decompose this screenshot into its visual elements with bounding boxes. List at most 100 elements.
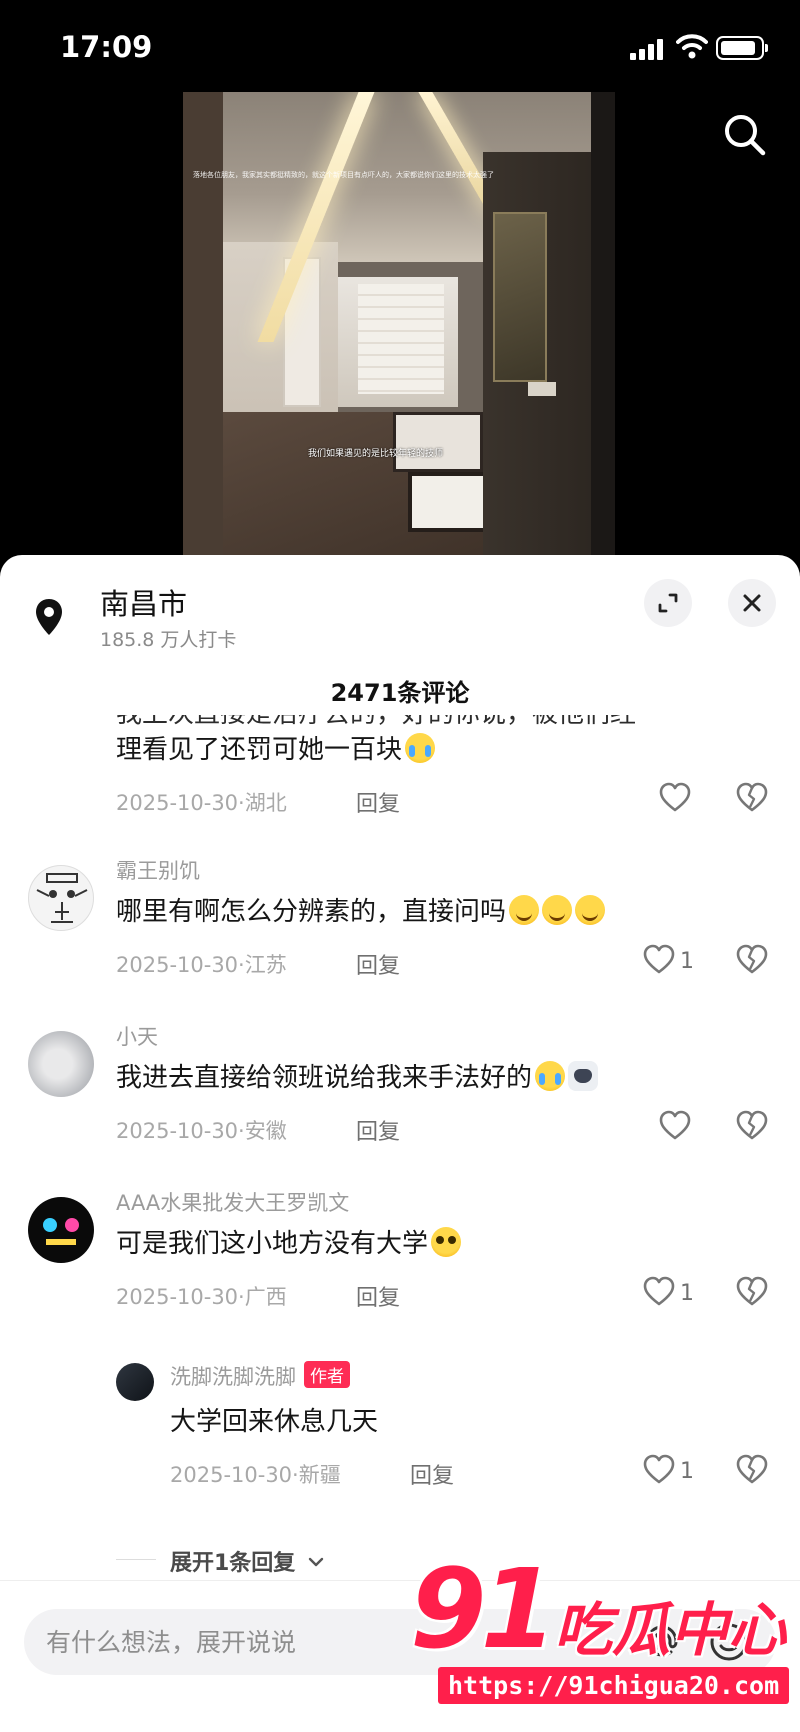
expand-divider [116, 1559, 156, 1560]
reply-username[interactable]: 洗脚洗脚洗脚 [170, 1365, 296, 1389]
video-caption: 我们如果遇见的是比较年轻的技师 [308, 449, 444, 459]
close-button[interactable] [728, 579, 776, 627]
comment-text-body: 我进去直接给领班说给我来手法好的 [116, 1063, 533, 1093]
crying-emoji-icon [405, 733, 436, 763]
video-wall-art [493, 212, 547, 382]
expand-replies-text: 展开1条回复 [170, 1551, 296, 1575]
comment-text-partial: 我上次直接是治疗去的，好的你说，被他们经 [116, 715, 636, 730]
watermark-url: https://91chigua20.com [438, 1667, 790, 1704]
meta-separator: · [238, 953, 245, 977]
video-bed [393, 412, 483, 472]
avatar[interactable] [116, 1363, 154, 1401]
comment-username[interactable]: 小天 [116, 1021, 158, 1051]
broken-heart-icon [736, 1454, 768, 1484]
comment-region: 湖北 [244, 791, 287, 815]
reply-button[interactable]: 回复 [356, 786, 400, 818]
comment-meta: 2025-10-30·安徽 [116, 1115, 287, 1145]
heart-icon [659, 1110, 691, 1140]
expand-replies-label: 展开1条回复 [170, 1545, 325, 1575]
like-button[interactable]: 1 [642, 1275, 722, 1315]
like-button[interactable]: 1 [642, 943, 722, 983]
expand-icon [658, 593, 678, 613]
avatar[interactable] [28, 865, 94, 931]
dislike-button[interactable] [735, 781, 769, 815]
comment-date: 2025-10-30 [116, 791, 239, 815]
comment-text: 我进去直接给领班说给我来手法好的 [116, 1057, 599, 1094]
video-caption-top: 落地各位朋友，我家其实都挺精致的，就这个新项目有点吓人的，大家都说你们这里的技术… [193, 171, 494, 179]
avatar-face-icon [43, 1218, 79, 1245]
status-time: 17:09 [60, 30, 153, 64]
status-bar: 17:09 [0, 0, 800, 96]
comment-username[interactable]: 霸王别饥 [116, 855, 200, 885]
comment-text-body: 哪里有啊怎么分辨素的，直接问吗 [116, 897, 507, 927]
like-button[interactable] [658, 1109, 738, 1149]
like-count: 1 [680, 1459, 694, 1484]
broken-heart-icon [736, 782, 768, 812]
battery-level [721, 41, 756, 55]
avatar[interactable] [28, 1031, 94, 1097]
heart-icon [643, 1276, 675, 1306]
comment-count: 2471条评论 [330, 679, 470, 707]
cat-sticker-icon [568, 1061, 599, 1091]
crying-emoji-icon [535, 1061, 566, 1091]
comment-date: 2025-10-30 [116, 1285, 239, 1309]
comment-date: 2025-10-30 [170, 1463, 293, 1487]
dislike-button[interactable] [735, 1275, 769, 1309]
video-light-switch [528, 382, 556, 396]
video-left-wall [183, 92, 223, 562]
avatar-drawing-icon [36, 873, 88, 923]
comment-text: 可是我们这小地方没有大学 [116, 1223, 462, 1260]
comment-region: 江苏 [244, 953, 287, 977]
meta-separator: · [238, 791, 245, 815]
comment-region: 新疆 [298, 1463, 341, 1487]
video-window-blind [358, 284, 444, 394]
comment-meta: 2025-10-30·湖北 [116, 787, 287, 817]
grinning-emoji-icon [542, 895, 573, 925]
broken-heart-icon [736, 1276, 768, 1306]
like-count: 1 [680, 949, 694, 974]
reply-button[interactable]: 回复 [356, 1280, 400, 1312]
grinning-emoji-icon [509, 895, 540, 925]
author-badge: 作者 [304, 1361, 350, 1388]
location-checkins: 185.8 万人打卡 [100, 629, 237, 651]
meta-separator: · [238, 1285, 245, 1309]
pleading-emoji-icon [431, 1227, 462, 1257]
watermark-text: 吃瓜中心 [554, 1596, 787, 1664]
site-watermark: 91 吃瓜中心 https://91chigua20.com [402, 1545, 800, 1732]
avatar[interactable] [28, 1197, 94, 1263]
like-count: 1 [680, 1281, 694, 1306]
comment-text: 哪里有啊怎么分辨素的，直接问吗 [116, 891, 606, 928]
reply-button[interactable]: 回复 [410, 1458, 454, 1490]
comment-list[interactable]: 我上次直接是治疗去的，好的你说，被他们经 理看见了还罚可她一百块 2025-10… [0, 715, 800, 1575]
comment-meta: 2025-10-30·广西 [116, 1281, 287, 1311]
cellular-signal-icon [630, 38, 664, 60]
reply-button[interactable]: 回复 [356, 1114, 400, 1146]
comment-date: 2025-10-30 [116, 953, 239, 977]
dislike-button[interactable] [735, 1109, 769, 1143]
heart-icon [659, 782, 691, 812]
dislike-button[interactable] [735, 1453, 769, 1487]
comment-region: 安徽 [244, 1119, 287, 1143]
dislike-button[interactable] [735, 943, 769, 977]
broken-heart-icon [736, 1110, 768, 1140]
comment-text-body: 理看见了还罚可她一百块 [116, 735, 403, 765]
location-name[interactable]: 南昌市 [100, 581, 187, 623]
comment-date: 2025-10-30 [116, 1119, 239, 1143]
reply-button[interactable]: 回复 [356, 948, 400, 980]
video-player[interactable]: 落地各位朋友，我家其实都挺精致的，就这个新项目有点吓人的，大家都说你们这里的技术… [183, 92, 615, 562]
heart-icon [643, 1454, 675, 1484]
expand-button[interactable] [644, 579, 692, 627]
comment-meta: 2025-10-30·新疆 [170, 1459, 341, 1489]
search-icon[interactable] [720, 110, 770, 160]
like-button[interactable] [658, 781, 738, 821]
like-button[interactable]: 1 [642, 1453, 722, 1493]
broken-heart-icon [736, 944, 768, 974]
battery-icon [716, 36, 768, 60]
comment-region: 广西 [244, 1285, 287, 1309]
wifi-icon [676, 34, 708, 59]
meta-separator: · [238, 1119, 245, 1143]
chevron-down-icon [308, 1557, 324, 1567]
comment-text: 大学回来休息几天 [170, 1407, 379, 1437]
comment-username[interactable]: AAA水果批发大王罗凯文 [116, 1187, 349, 1217]
meta-separator: · [292, 1463, 299, 1487]
